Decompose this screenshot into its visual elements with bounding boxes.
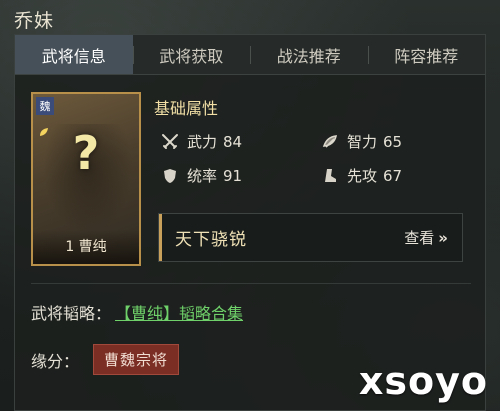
- card-name: 1 曹纯: [33, 230, 139, 264]
- shield-icon: [160, 166, 180, 186]
- sword-icon: [160, 132, 180, 152]
- attributes-title: 基础属性: [154, 99, 219, 118]
- tactics-row: 武将韬略： 【曹纯】韬略合集: [31, 300, 243, 324]
- fate-row: 缘分： 曹魏宗将: [31, 344, 180, 375]
- stat-initiative-label: 先攻: [347, 167, 378, 185]
- stat-command-value: 91: [223, 166, 243, 185]
- divider: [31, 283, 471, 284]
- stat-initiative: 先攻 67: [320, 165, 402, 186]
- skill-name: 天下骁锐: [175, 230, 247, 250]
- tab-tactic-recommend[interactable]: 战法推荐: [250, 35, 368, 74]
- tab-bar: 武将信息 武将获取 战法推荐 阵容推荐: [15, 35, 485, 75]
- general-info-panel: 武将信息 武将获取 战法推荐 阵容推荐 魏 ? 1 曹纯 基础属性 武力 84 …: [14, 34, 486, 411]
- stat-intelligence-value: 65: [383, 132, 403, 151]
- stat-force: 武力 84: [160, 131, 242, 152]
- stat-command-label: 统率: [187, 167, 218, 185]
- page-title: 乔妹: [14, 10, 55, 32]
- stat-force-label: 武力: [187, 133, 218, 151]
- tab-general-acquire[interactable]: 武将获取: [132, 35, 251, 74]
- stat-command: 统率 91: [160, 165, 242, 186]
- book-icon: [320, 132, 340, 152]
- watermark-logo: xsoyo: [358, 359, 488, 403]
- tactics-label: 武将韬略：: [31, 304, 112, 323]
- faction-badge: 魏: [36, 97, 54, 115]
- tactics-collection-link[interactable]: 【曹纯】韬略合集: [115, 300, 243, 324]
- tab-lineup-recommend[interactable]: 阵容推荐: [367, 35, 486, 74]
- tab-general-info[interactable]: 武将信息: [15, 35, 133, 74]
- stat-initiative-value: 67: [383, 166, 403, 185]
- inherent-skill[interactable]: 天下骁锐 查看»: [158, 213, 463, 262]
- stat-intelligence-label: 智力: [347, 133, 378, 151]
- stat-force-value: 84: [223, 132, 243, 151]
- unknown-portrait: ?: [72, 126, 100, 180]
- skill-accent-bar: [159, 214, 162, 261]
- view-skill-button[interactable]: 查看»: [404, 227, 448, 248]
- boot-icon: [320, 166, 340, 186]
- fate-label: 缘分：: [31, 351, 80, 371]
- stat-intelligence: 智力 65: [320, 131, 402, 152]
- general-card[interactable]: 魏 ? 1 曹纯: [31, 92, 141, 266]
- double-chevron-right-icon: »: [438, 229, 448, 247]
- view-skill-label: 查看: [404, 229, 435, 247]
- fate-badge[interactable]: 曹魏宗将: [93, 344, 180, 375]
